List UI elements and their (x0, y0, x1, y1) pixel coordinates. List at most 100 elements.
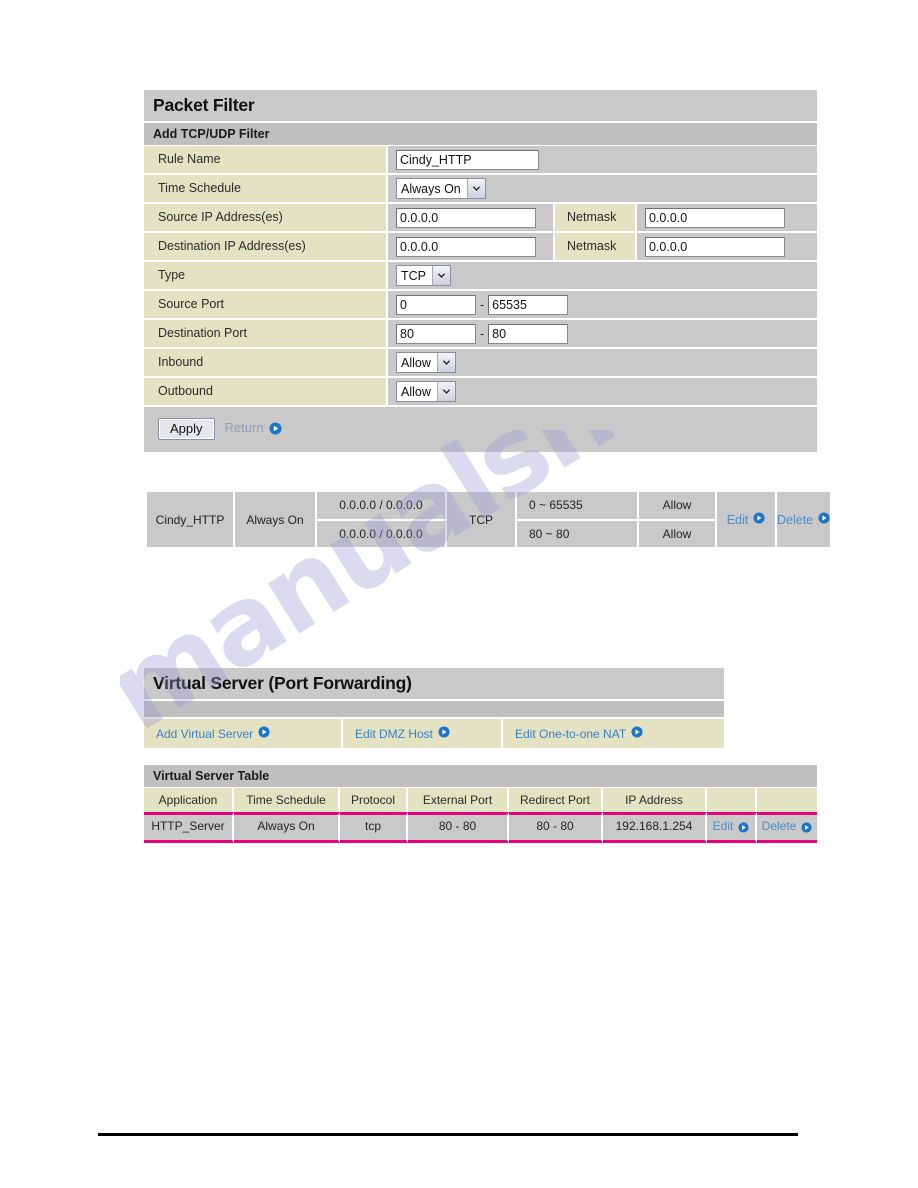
row-source-ip: Source IP Address(es) Netmask (144, 204, 817, 233)
virtual-server-edit-label: Edit (712, 819, 734, 833)
row-time-schedule: Time Schedule Always On (144, 175, 817, 204)
td-external-port: 80 - 80 (408, 812, 509, 843)
type-select[interactable]: TCP (396, 265, 451, 286)
cell-time-schedule: Always On (235, 492, 317, 547)
td-protocol: tcp (340, 812, 408, 843)
td-ip-address: 192.168.1.254 (603, 812, 707, 843)
return-link-label: Return (224, 419, 264, 435)
value-source-netmask (637, 204, 813, 231)
td-redirect-port: 80 - 80 (509, 812, 603, 843)
th-application: Application (144, 788, 234, 812)
value-destination-netmask (637, 233, 813, 260)
destination-port-separator: - (480, 326, 485, 341)
row-source-port: Source Port - (144, 291, 817, 320)
label-destination-port: Destination Port (144, 320, 388, 347)
destination-port-from-input[interactable] (396, 323, 476, 344)
value-outbound: Allow (388, 378, 817, 405)
apply-button[interactable]: Apply (158, 418, 215, 440)
filter-edit-label: Edit (726, 512, 749, 527)
virtual-server-title: Virtual Server (Port Forwarding) (144, 668, 724, 701)
packet-filter-subhead: Add TCP/UDP Filter (144, 123, 817, 146)
source-ip-input[interactable] (396, 207, 536, 228)
chevron-down-icon[interactable] (432, 266, 450, 285)
label-inbound: Inbound (144, 349, 388, 376)
source-port-from-input[interactable] (396, 294, 476, 315)
cell-inbound: Allow (639, 492, 715, 521)
packet-filter-panel: Packet Filter Add TCP/UDP Filter Rule Na… (144, 90, 817, 454)
value-destination-port: - (388, 320, 817, 347)
value-source-port: - (388, 291, 817, 318)
packet-filter-title: Packet Filter (144, 90, 817, 123)
edit-dmz-host-link[interactable]: Edit DMZ Host (343, 719, 503, 748)
cell-source-ip: 0.0.0.0 / 0.0.0.0 (317, 492, 445, 521)
add-virtual-server-label: Add Virtual Server (156, 726, 254, 741)
edit-one-to-one-nat-label: Edit One-to-one NAT (515, 726, 627, 741)
arrow-right-icon (258, 726, 270, 741)
label-type: Type (144, 262, 388, 289)
label-time-schedule: Time Schedule (144, 175, 388, 202)
rule-name-input[interactable] (396, 149, 539, 170)
th-edit (707, 788, 757, 812)
virtual-server-delete-label: Delete (761, 819, 797, 833)
edit-one-to-one-nat-link[interactable]: Edit One-to-one NAT (503, 719, 724, 748)
cell-destination-port: 80 ~ 80 (517, 520, 637, 547)
chevron-down-icon[interactable] (466, 179, 485, 198)
chevron-down-icon[interactable] (436, 382, 455, 401)
virtual-server-table: Virtual Server Table Application Time Sc… (144, 765, 817, 843)
label-destination-netmask: Netmask (553, 233, 637, 260)
add-virtual-server-link[interactable]: Add Virtual Server (144, 719, 343, 748)
virtual-server-edit-cell[interactable]: Edit (707, 812, 757, 843)
cell-source-port: 0 ~ 65535 (517, 492, 637, 521)
virtual-server-panel: Virtual Server (Port Forwarding) Add Vir… (144, 668, 724, 748)
row-destination-ip: Destination IP Address(es) Netmask (144, 233, 817, 262)
filter-delete-label: Delete (777, 512, 814, 527)
type-selected: TCP (401, 269, 426, 283)
td-time-schedule: Always On (234, 812, 340, 843)
label-source-netmask: Netmask (553, 204, 637, 231)
destination-ip-input[interactable] (396, 236, 536, 257)
row-rule-name: Rule Name (144, 146, 817, 175)
th-ip-address: IP Address (603, 788, 707, 812)
value-source-ip (388, 204, 553, 231)
cell-destination-ip: 0.0.0.0 / 0.0.0.0 (317, 520, 445, 547)
row-destination-port: Destination Port - (144, 320, 817, 349)
virtual-server-link-bar: Add Virtual Server Edit DMZ Host Edit On… (144, 719, 724, 748)
time-schedule-selected: Always On (401, 182, 461, 196)
th-redirect-port: Redirect Port (509, 788, 603, 812)
outbound-select[interactable]: Allow (396, 381, 456, 402)
label-destination-ip: Destination IP Address(es) (144, 233, 388, 260)
th-time-schedule: Time Schedule (234, 788, 340, 812)
value-inbound: Allow (388, 349, 817, 376)
source-netmask-input[interactable] (645, 207, 785, 228)
source-port-to-input[interactable] (488, 294, 569, 315)
row-type: Type TCP (144, 262, 817, 291)
virtual-server-delete-cell[interactable]: Delete (757, 812, 817, 843)
arrow-right-icon (269, 422, 282, 440)
virtual-server-spacer (144, 701, 724, 719)
cell-rule-name: Cindy_HTTP (147, 492, 235, 547)
virtual-server-header-row: Application Time Schedule Protocol Exter… (144, 788, 817, 812)
filter-delete-cell[interactable]: Delete (777, 492, 831, 547)
time-schedule-select[interactable]: Always On (396, 178, 486, 199)
arrow-right-icon (818, 512, 830, 527)
destination-netmask-input[interactable] (645, 236, 785, 257)
return-link[interactable]: Return (225, 419, 282, 440)
footer-divider (98, 1133, 798, 1136)
inbound-selected: Allow (401, 356, 431, 370)
label-rule-name: Rule Name (144, 146, 388, 173)
cell-outbound: Allow (639, 520, 715, 547)
th-protocol: Protocol (340, 788, 408, 812)
filter-edit-cell[interactable]: Edit (717, 492, 777, 547)
outbound-selected: Allow (401, 385, 431, 399)
inbound-select[interactable]: Allow (396, 352, 456, 373)
arrow-right-icon (738, 822, 749, 836)
value-time-schedule: Always On (388, 175, 817, 202)
value-rule-name (388, 146, 817, 173)
destination-port-to-input[interactable] (488, 323, 569, 344)
label-source-port: Source Port (144, 291, 388, 318)
chevron-down-icon[interactable] (436, 353, 455, 372)
table-row: HTTP_Server Always On tcp 80 - 80 80 - 8… (144, 812, 817, 843)
arrow-right-icon (753, 512, 765, 527)
value-destination-ip (388, 233, 553, 260)
cell-type: TCP (447, 492, 517, 547)
